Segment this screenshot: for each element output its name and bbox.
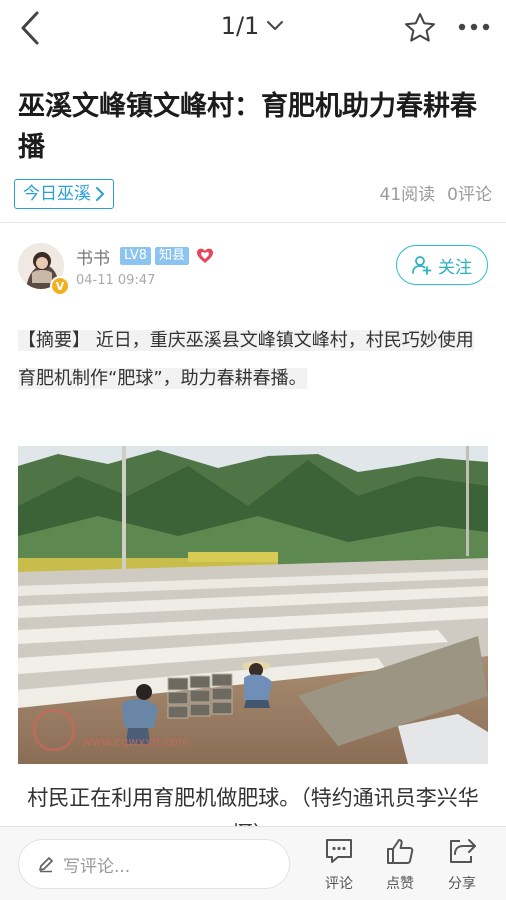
more-dots-icon bbox=[458, 23, 490, 31]
top-bar: 1/1 bbox=[0, 0, 506, 58]
bottom-bar: 写评论... 评论 点赞 分享 bbox=[0, 826, 506, 900]
like-button[interactable]: 点赞 bbox=[375, 837, 425, 893]
comment-label: 评论 bbox=[325, 876, 353, 892]
star-icon bbox=[405, 13, 435, 42]
author-name[interactable]: 书书 bbox=[76, 244, 110, 269]
divider bbox=[0, 222, 506, 223]
chevron-down-icon bbox=[267, 21, 284, 30]
article-stats: 41阅读 0评论 bbox=[380, 180, 492, 205]
article-title: 巫溪文峰镇文峰村：育肥机助力春耕春播 bbox=[18, 91, 477, 163]
role-badge: 知县 bbox=[155, 247, 190, 265]
share-icon bbox=[450, 839, 476, 863]
source-label: 今日巫溪 bbox=[23, 183, 91, 204]
article-summary: 【摘要】 近日，重庆巫溪县文峰镇文峰村，村民巧妙使用育肥机制作“肥球”，助力春耕… bbox=[18, 322, 490, 398]
post-time: 04-11 09:47 bbox=[76, 273, 156, 288]
pencil-icon bbox=[39, 857, 53, 873]
favorite-button[interactable] bbox=[402, 10, 438, 46]
comment-input[interactable]: 写评论... bbox=[18, 839, 290, 889]
read-count: 41阅读 bbox=[379, 185, 436, 205]
comment-count: 0评论 bbox=[447, 185, 492, 205]
level-badge: LV8 bbox=[120, 247, 151, 265]
more-button[interactable] bbox=[454, 12, 494, 42]
source-tag[interactable]: 今日巫溪 bbox=[14, 179, 114, 209]
share-button[interactable]: 分享 bbox=[437, 837, 487, 893]
summary-label: 【摘要】 bbox=[18, 330, 90, 351]
add-user-icon bbox=[412, 256, 432, 275]
follow-label: 关注 bbox=[438, 257, 472, 278]
page-indicator: 1/1 bbox=[220, 12, 260, 40]
follow-button[interactable]: 关注 bbox=[396, 245, 488, 285]
chevron-right-icon bbox=[96, 187, 104, 201]
article-photo[interactable]: www.cqwxxh.com bbox=[18, 446, 488, 764]
share-label: 分享 bbox=[448, 876, 476, 892]
verified-badge: V bbox=[50, 276, 70, 296]
like-label: 点赞 bbox=[386, 876, 414, 892]
comment-icon bbox=[326, 839, 352, 863]
comment-placeholder: 写评论... bbox=[63, 856, 131, 877]
comment-button[interactable]: 评论 bbox=[314, 837, 364, 893]
thumbs-up-icon bbox=[387, 839, 414, 864]
photo-watermark: www.cqwxxh.com bbox=[82, 735, 189, 749]
heart-icon bbox=[197, 248, 213, 263]
farm-photo: www.cqwxxh.com bbox=[18, 446, 488, 764]
